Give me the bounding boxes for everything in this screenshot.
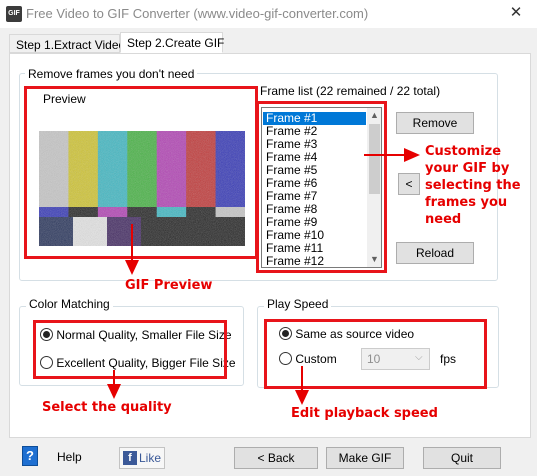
quality-highlight-box xyxy=(33,320,227,379)
customize-callout: Customize your GIF by selecting the fram… xyxy=(425,144,521,227)
arrow-down-icon xyxy=(107,370,121,399)
tab-create-gif[interactable]: Step 2.Create GIF xyxy=(120,32,224,53)
play-speed-legend: Play Speed xyxy=(264,297,332,311)
frame-list-highlight-box xyxy=(256,101,387,273)
gif-preview-callout: GIF Preview xyxy=(125,278,213,293)
facebook-like-button[interactable]: f Like xyxy=(119,447,165,469)
remove-frames-legend: Remove frames you don't need xyxy=(25,67,198,81)
arrow-down-icon xyxy=(295,366,309,405)
quit-button[interactable]: Quit xyxy=(423,447,501,469)
help-icon[interactable]: ? xyxy=(22,446,38,466)
color-matching-legend: Color Matching xyxy=(26,297,113,311)
close-icon[interactable]: ✕ xyxy=(505,4,527,22)
arrow-right-icon xyxy=(364,148,420,162)
restore-frame-button[interactable]: < xyxy=(398,173,420,195)
help-link[interactable]: Help xyxy=(57,450,82,464)
facebook-icon: f xyxy=(123,451,137,465)
remove-button[interactable]: Remove xyxy=(396,112,474,134)
make-gif-button[interactable]: Make GIF xyxy=(326,447,404,469)
like-label: Like xyxy=(139,451,162,465)
back-button[interactable]: < Back xyxy=(234,447,318,469)
frame-list-label: Frame list (22 remained / 22 total) xyxy=(260,84,441,98)
app-window: GIF Free Video to GIF Converter (www.vid… xyxy=(0,0,537,476)
reload-button[interactable]: Reload xyxy=(396,242,474,264)
window-title: Free Video to GIF Converter (www.video-g… xyxy=(26,6,369,21)
speed-callout: Edit playback speed xyxy=(291,406,438,421)
title-bar: GIF Free Video to GIF Converter (www.vid… xyxy=(0,0,537,28)
arrow-down-icon xyxy=(125,224,139,275)
app-icon: GIF xyxy=(6,6,22,22)
quality-callout: Select the quality xyxy=(42,400,172,415)
tab-extract-video[interactable]: Step 1.Extract Video xyxy=(9,34,125,53)
